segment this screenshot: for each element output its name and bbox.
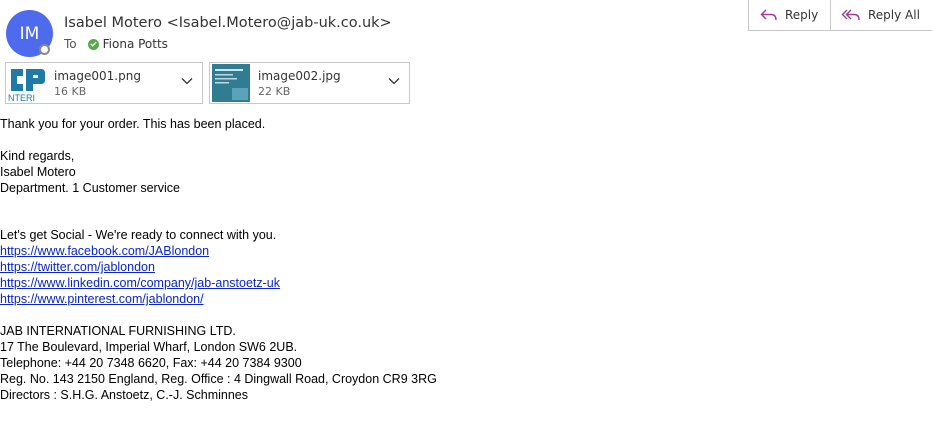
recipient-name[interactable]: Fiona Potts: [103, 37, 168, 51]
attachment-size: 22 KB: [258, 84, 291, 98]
signature-department: Department. 1 Customer service: [0, 181, 180, 195]
chevron-down-icon[interactable]: [388, 77, 400, 85]
reply-button[interactable]: Reply: [749, 0, 831, 30]
signature-name: Isabel Motero: [0, 165, 76, 179]
reply-label: Reply: [785, 8, 819, 22]
attachment-name: image002.jpg: [258, 68, 341, 83]
company-directors: Directors : S.H.G. Anstoetz, C.-J. Schmi…: [0, 388, 248, 402]
sender-name[interactable]: Isabel Motero <Isabel.Motero@jab-uk.co.u…: [64, 15, 392, 31]
attachment-thumbnail-logo: NTERI: [8, 64, 46, 102]
avatar-initials: IM: [19, 23, 40, 44]
attachment-image002[interactable]: image002.jpg 22 KB: [209, 62, 410, 104]
available-check-icon: [87, 38, 99, 50]
facebook-link[interactable]: https://www.facebook.com/JABlondon: [0, 243, 437, 259]
thumbnail-logo-text: NTERI: [8, 93, 35, 102]
company-phone: Telephone: +44 20 7348 6620, Fax: +44 20…: [0, 356, 302, 370]
message-body: Thank you for your order. This has been …: [0, 116, 437, 403]
reply-all-icon: [841, 9, 860, 21]
body-line: Thank you for your order. This has been …: [0, 117, 266, 131]
company-registration: Reg. No. 143 2150 England, Reg. Office :…: [0, 372, 437, 386]
message-actions: Reply Reply All: [748, 0, 932, 31]
recipient-line: To Fiona Potts: [64, 37, 168, 51]
presence-status-icon: [39, 44, 50, 55]
chevron-down-icon[interactable]: [181, 77, 193, 85]
reply-all-button[interactable]: Reply All: [831, 0, 932, 30]
attachment-name: image001.png: [54, 68, 141, 83]
pinterest-link[interactable]: https://www.pinterest.com/jablondon/: [0, 291, 437, 307]
company-address: 17 The Boulevard, Imperial Wharf, London…: [0, 340, 298, 354]
to-label: To: [64, 37, 77, 51]
reply-icon: [760, 9, 777, 21]
attachment-size: 16 KB: [54, 84, 87, 98]
social-text: Let's get Social - We're ready to connec…: [0, 228, 277, 242]
reply-all-label: Reply All: [868, 8, 920, 22]
company-name: JAB INTERNATIONAL FURNISHING LTD.: [0, 324, 236, 338]
attachment-thumbnail-photo: [212, 64, 250, 102]
twitter-link[interactable]: https://twitter.com/jablondon: [0, 259, 437, 275]
attachment-image001[interactable]: NTERI image001.png 16 KB: [5, 62, 203, 104]
linkedin-link[interactable]: https://www.linkedin.com/company/jab-ans…: [0, 275, 437, 291]
closing: Kind regards,: [0, 149, 75, 163]
